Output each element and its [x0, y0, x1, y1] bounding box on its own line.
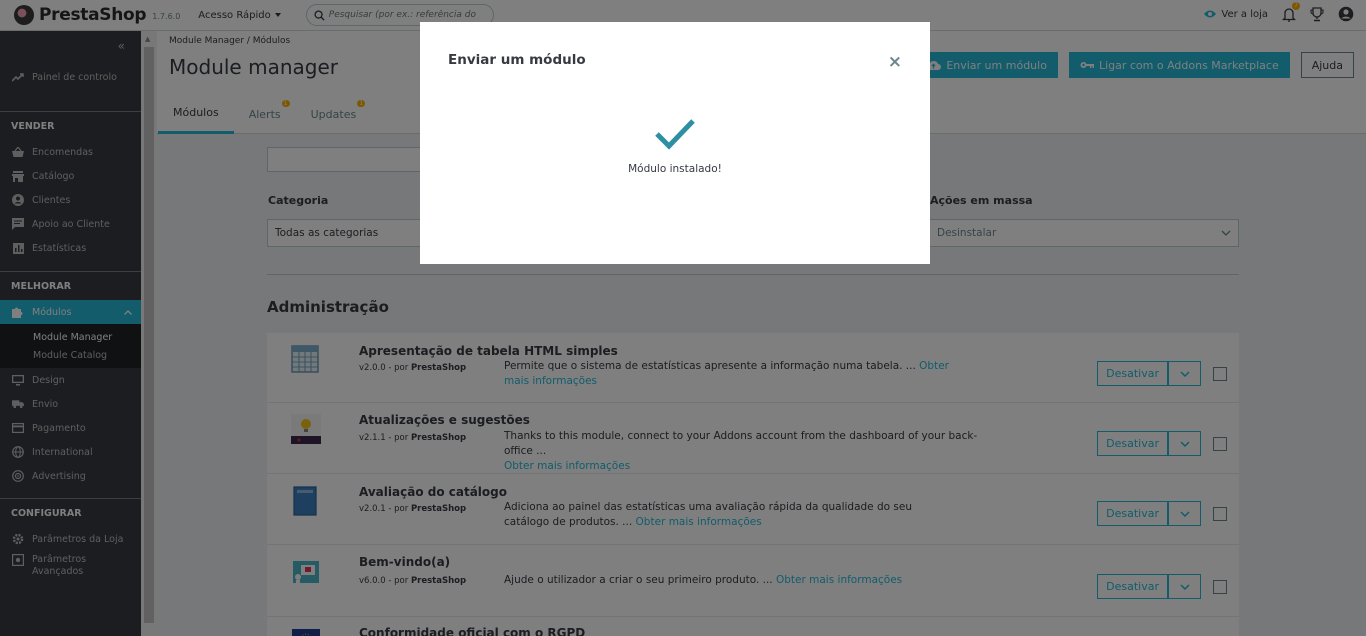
success-message: Módulo instalado! — [628, 163, 722, 175]
close-icon[interactable]: × — [888, 52, 902, 72]
upload-module-modal: Enviar um módulo × Módulo instalado! — [420, 22, 930, 264]
modal-title: Enviar um módulo — [448, 52, 586, 68]
checkmark-icon — [654, 118, 696, 153]
